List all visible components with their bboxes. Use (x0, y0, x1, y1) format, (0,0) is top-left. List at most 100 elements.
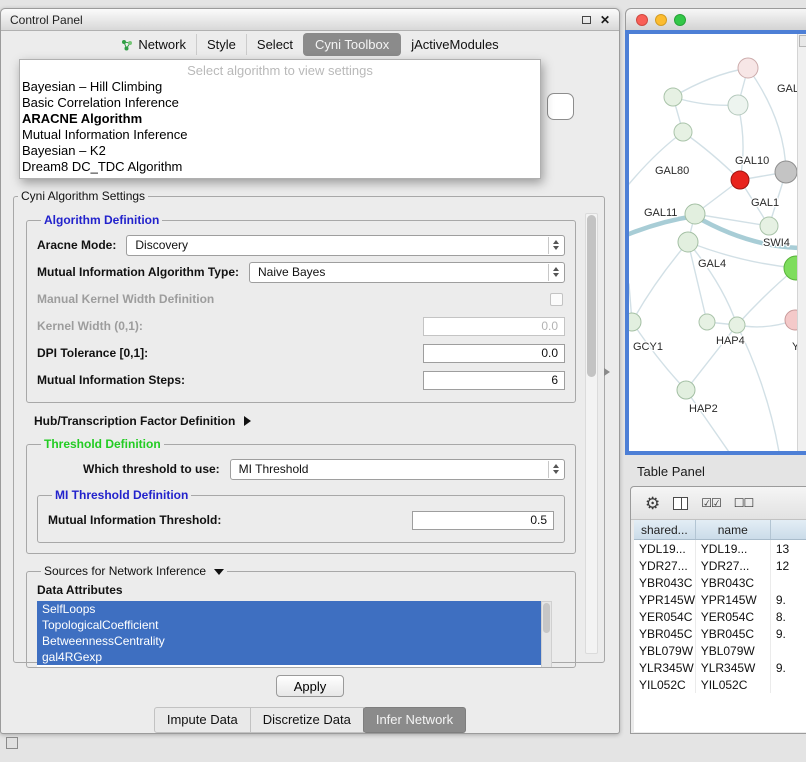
network-edge[interactable] (686, 390, 729, 452)
table-row[interactable]: YER054CYER054C8. (634, 608, 806, 625)
which-threshold-select[interactable]: MI Threshold (230, 459, 565, 480)
cyni-settings-legend: Cyni Algorithm Settings (18, 189, 148, 203)
node-label-swi4: SWI4 (763, 237, 790, 249)
settings-scroll-area: Algorithm Definition Aracne Mode: Discov… (26, 213, 576, 668)
settings-scrollbar-thumb[interactable] (587, 215, 596, 377)
table-cell: YDR27... (696, 557, 771, 574)
network-edge[interactable] (632, 242, 688, 322)
control-panel-window: Control Panel ✕ NetworkStyleSelectCyni T… (0, 8, 620, 734)
kernel-width-field[interactable]: 0.0 (423, 317, 565, 336)
network-edge[interactable] (632, 322, 686, 390)
table-body: YDL19...YDL19...13YDR27...YDR27...12YBR0… (634, 540, 806, 693)
network-node-gcy1[interactable] (629, 313, 641, 331)
network-node-center[interactable] (729, 317, 745, 333)
tab-jactivemodules[interactable]: jActiveModules (401, 34, 508, 55)
node-label-gal1: GAL1 (751, 197, 779, 209)
table-row[interactable]: YBR045CYBR045C9. (634, 625, 806, 642)
network-canvas[interactable]: GALGAL80GAL10GAL11GAL1SWI4GAL4GCY1HAP4HA… (625, 30, 806, 455)
mi-algorithm-type-label: Mutual Information Algorithm Type: (37, 265, 239, 279)
table-row[interactable]: YBL079WYBL079W (634, 642, 806, 659)
stepper-icon (548, 237, 563, 254)
network-node-gal4[interactable] (678, 232, 698, 252)
mi-threshold-definition-legend: MI Threshold Definition (52, 488, 191, 502)
algorithm-dropdown-popup: Select algorithm to view settings Bayesi… (19, 59, 541, 179)
mi-steps-field[interactable]: 6 (423, 371, 565, 390)
settings-gear-icon[interactable]: ⚙ (645, 495, 660, 512)
data-attribute-item-betweennesscentrality[interactable]: BetweennessCentrality (37, 633, 541, 649)
table-cell: YPR145W (696, 591, 771, 608)
network-node-gal80[interactable] (674, 123, 692, 141)
expanded-arrow-icon[interactable] (214, 569, 224, 575)
aracne-mode-row: Aracne Mode: Discovery (37, 234, 565, 256)
network-edge[interactable] (683, 132, 740, 180)
tab-style[interactable]: Style (196, 34, 246, 55)
close-traffic-light-icon[interactable] (636, 14, 648, 26)
table-row[interactable]: YPR145WYPR145W9. (634, 591, 806, 608)
network-node-hap4[interactable] (699, 314, 715, 330)
bottom-tab-impute-data[interactable]: Impute Data (154, 707, 251, 733)
network-graph[interactable]: GALGAL80GAL10GAL11GAL1SWI4GAL4GCY1HAP4HA… (629, 34, 801, 452)
mi-algorithm-type-value: Naive Bayes (258, 265, 325, 279)
data-attribute-item-topologicalcoefficient[interactable]: TopologicalCoefficient (37, 617, 541, 633)
table-row[interactable]: YLR345WYLR345W9. (634, 659, 806, 676)
data-attribute-item-selfloops[interactable]: SelfLoops (37, 601, 541, 617)
network-edge[interactable] (738, 105, 743, 180)
network-edge[interactable] (688, 242, 737, 325)
mi-threshold-field[interactable]: 0.5 (412, 511, 554, 530)
float-window-icon[interactable] (582, 16, 591, 24)
network-node-gal11[interactable] (685, 204, 705, 224)
network-node-gal1[interactable] (760, 217, 778, 235)
network-node-pink-top[interactable] (738, 58, 758, 78)
network-scrollbar[interactable] (797, 34, 806, 451)
column-chooser-icon[interactable] (673, 497, 688, 510)
tab-select[interactable]: Select (246, 34, 303, 55)
mi-algorithm-type-select[interactable]: Naive Bayes (249, 262, 565, 283)
algorithm-option-aracne-algorithm[interactable]: ARACNE Algorithm (20, 111, 540, 127)
network-node-hap2[interactable] (677, 381, 695, 399)
column-header-shared[interactable]: shared... (634, 520, 696, 539)
table-row[interactable]: YIL052CYIL052C (634, 676, 806, 693)
bottom-tab-infer-network[interactable]: Infer Network (363, 707, 466, 733)
table-row[interactable]: YDL19...YDL19...13 (634, 540, 806, 557)
network-node-gray[interactable] (775, 161, 797, 183)
minimize-traffic-light-icon[interactable] (655, 14, 667, 26)
column-header-name[interactable]: name (696, 520, 771, 539)
table-cell: 13 (771, 540, 806, 557)
algorithm-option-dream8-dc-tdc-algorithm[interactable]: Dream8 DC_TDC Algorithm (20, 159, 540, 175)
dock-icon[interactable] (6, 737, 18, 749)
network-edge[interactable] (673, 68, 748, 97)
algorithm-option-bayesian-k2[interactable]: Bayesian – K2 (20, 143, 540, 159)
panel-splitter-arrow[interactable] (604, 368, 610, 376)
hub-section-toggle[interactable]: Hub/Transcription Factor Definition (34, 414, 576, 428)
attributes-scrollbar[interactable] (541, 601, 552, 668)
network-node-gal10[interactable] (731, 171, 749, 189)
bottom-tab-discretize-data[interactable]: Discretize Data (250, 707, 364, 733)
algorithm-option-bayesian-hill-climbing[interactable]: Bayesian – Hill Climbing (20, 79, 540, 95)
table-panel-window: ⚙ ☑☑ ☐☐ shared...name YDL19...YDL19...13… (630, 486, 806, 734)
algorithm-option-mutual-information-inference[interactable]: Mutual Information Inference (20, 127, 540, 143)
dpi-tolerance-row: DPI Tolerance [0,1]: 0.0 (37, 342, 565, 364)
select-all-icon[interactable]: ☑☑ (701, 497, 721, 509)
tab-cyni-toolbox[interactable]: Cyni Toolbox (303, 33, 401, 56)
aracne-mode-label: Aracne Mode: (37, 238, 116, 252)
deselect-all-icon[interactable]: ☐☐ (734, 497, 754, 509)
sources-legend: Sources for Network Inference (41, 564, 227, 578)
dpi-tolerance-field[interactable]: 0.0 (423, 344, 565, 363)
zoom-traffic-light-icon[interactable] (674, 14, 686, 26)
tab-network[interactable]: Network (111, 34, 196, 55)
column-header-2[interactable] (771, 520, 806, 539)
network-node-green-top-left[interactable] (664, 88, 682, 106)
close-window-icon[interactable]: ✕ (600, 14, 610, 26)
aracne-mode-select[interactable]: Discovery (126, 235, 565, 256)
algorithm-option-basic-correlation-inference[interactable]: Basic Correlation Inference (20, 95, 540, 111)
table-row[interactable]: YBR043CYBR043C (634, 574, 806, 591)
network-node-green-top-mid[interactable] (728, 95, 748, 115)
apply-button[interactable]: Apply (276, 675, 344, 697)
scroll-up-button[interactable] (799, 35, 806, 47)
data-attribute-item-gal4rgexp[interactable]: gal4RGexp (37, 649, 541, 665)
manual-kernel-checkbox[interactable] (550, 293, 563, 306)
network-titlebar[interactable] (625, 8, 806, 30)
settings-scrollbar[interactable] (585, 213, 598, 654)
table-row[interactable]: YDR27...YDR27...12 (634, 557, 806, 574)
mi-threshold-label: Mutual Information Threshold: (48, 513, 221, 527)
